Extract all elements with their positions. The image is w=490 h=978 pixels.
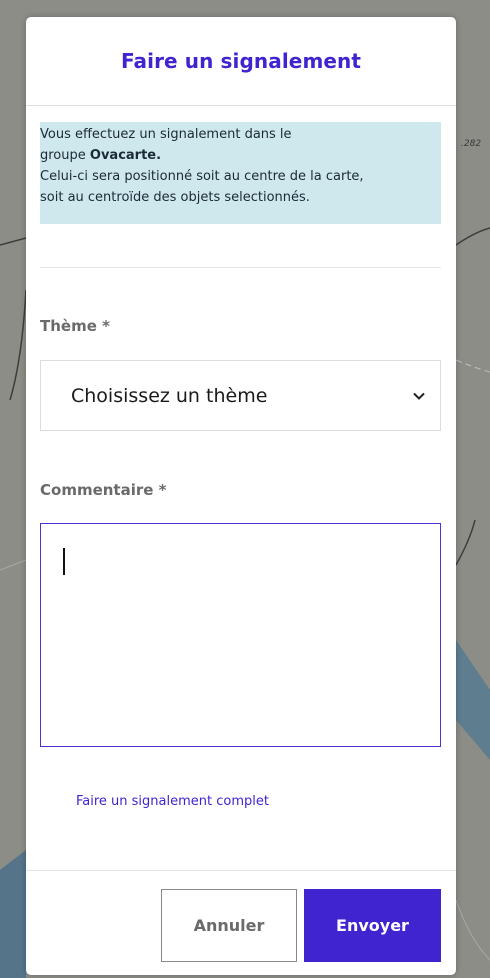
full-report-link[interactable]: Faire un signalement complet [76, 794, 269, 809]
divider [40, 267, 441, 268]
send-button[interactable]: Envoyer [304, 889, 441, 962]
theme-label: Thème * [40, 317, 110, 335]
report-dialog: Faire un signalement Vous effectuez un s… [26, 17, 456, 975]
theme-select[interactable]: Choisissez un thème [40, 360, 441, 431]
cancel-button[interactable]: Annuler [161, 889, 297, 962]
info-banner: Vous effectuez un signalement dans le gr… [40, 122, 441, 224]
text-caret [63, 548, 65, 575]
chevron-down-icon [413, 392, 425, 400]
comment-textarea[interactable] [40, 523, 441, 747]
dialog-footer: Annuler Envoyer [26, 870, 456, 975]
dialog-title: Faire un signalement [120, 49, 362, 73]
comment-label: Commentaire * [40, 481, 167, 499]
info-line-3: Celui-ci sera positionné soit au centre … [40, 169, 364, 184]
info-line-2: groupe Ovacarte. [40, 145, 441, 166]
dialog-header: Faire un signalement [26, 17, 456, 106]
info-group-name: Ovacarte. [89, 148, 162, 163]
map-scale-label: .282 [461, 139, 482, 149]
info-line-1: Vous effectuez un signalement dans le [40, 127, 292, 142]
info-line-4: soit au centroïde des objets selectionné… [40, 190, 310, 205]
theme-select-value: Choisissez un thème [71, 384, 268, 407]
info-group-prefix: groupe [40, 148, 90, 163]
